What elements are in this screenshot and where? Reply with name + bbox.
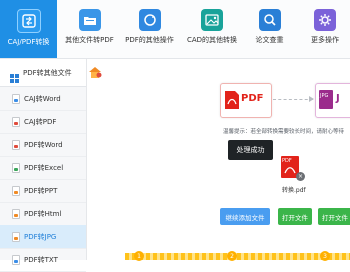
- grid-icon: [10, 68, 19, 83]
- pdf-format-card: PDF: [220, 83, 272, 118]
- tab-label: 其他文件转PDF: [65, 36, 114, 44]
- tab-caj-pdf-convert[interactable]: CAJ/PDF转换: [0, 0, 57, 58]
- sidebar-header-label: PDF转其他文件: [23, 68, 72, 77]
- jpg-badge: JPG: [320, 93, 329, 99]
- sidebar-item-caj-to-pdf[interactable]: CAJ转PDF: [0, 110, 86, 134]
- tab-label: CAD的其他转换: [186, 36, 238, 44]
- sidebar-item-label: PDF转JPG: [24, 232, 57, 241]
- file-orange-icon: [12, 231, 20, 242]
- file-orange-icon: [12, 208, 20, 219]
- remove-file-icon[interactable]: ×: [296, 172, 305, 181]
- open-file-button[interactable]: 打开文件: [278, 208, 312, 225]
- tab-label: 更多操作: [311, 36, 339, 44]
- tab-pdf-other-ops[interactable]: PDF的其他操作: [122, 0, 177, 58]
- pdf-icon: [225, 91, 239, 109]
- sidebar-item-label: PDF转Excel: [24, 163, 64, 172]
- top-toolbar: CAJ/PDF转换 其他文件转PDF PDF的其他操作 CAD的其他转换 论文查…: [0, 0, 350, 59]
- sidebar-item-label: CAJ转PDF: [24, 117, 57, 126]
- sidebar-item-pdf-to-excel[interactable]: PDF转Excel: [0, 156, 86, 180]
- file-item[interactable]: PDF × 转换.pdf: [277, 156, 311, 196]
- jpg-format-label: J: [336, 93, 340, 104]
- file-orange-icon: [12, 185, 20, 196]
- sidebar-item-label: CAJ转Word: [24, 94, 61, 103]
- open-folder-button[interactable]: 打开文件: [318, 208, 350, 225]
- convert-icon: [16, 9, 41, 33]
- toast-text: 处理成功: [236, 146, 265, 154]
- step-strip: [125, 253, 350, 260]
- add-more-files-button[interactable]: 继续添加文件: [220, 208, 270, 225]
- tab-label: PDF的其他操作: [125, 36, 174, 44]
- jpg-format-card: JPG J: [315, 83, 350, 118]
- sidebar-item-pdf-to-jpg[interactable]: PDF转JPG: [0, 225, 86, 249]
- folder-icon: [78, 9, 101, 31]
- file-name: 转换.pdf: [282, 187, 306, 194]
- file-red-icon: [12, 116, 20, 127]
- sidebar-item-pdf-to-word[interactable]: PDF转Word: [0, 133, 86, 157]
- tab-more-ops[interactable]: 更多操作: [300, 0, 350, 58]
- sidebar-item-pdf-to-txt[interactable]: PDF转TXT: [0, 248, 86, 272]
- arrow-head-icon: [309, 96, 314, 102]
- search-icon: [258, 9, 281, 31]
- tab-paper-check[interactable]: 论文查重: [247, 0, 292, 58]
- jpg-icon: JPG: [319, 90, 333, 109]
- tip-text: 温馨提示：若全部转换需要较长时间，请耐心等待: [223, 129, 345, 135]
- file-green-icon: [12, 162, 20, 173]
- step-number: 1: [137, 252, 141, 260]
- step-number: 3: [323, 252, 327, 260]
- step-number: 2: [230, 252, 234, 260]
- tab-label: 论文查重: [255, 36, 284, 44]
- tab-other-to-pdf[interactable]: 其他文件转PDF: [62, 0, 117, 58]
- sidebar-item-label: PDF转PPT: [24, 186, 58, 195]
- home-icon[interactable]: [88, 63, 102, 78]
- image-icon: [201, 9, 223, 31]
- file-blue-icon: [12, 93, 20, 104]
- sidebar-item-pdf-to-html[interactable]: PDF转Html: [0, 202, 86, 226]
- sidebar-item-pdf-to-ppt[interactable]: PDF转PPT: [0, 179, 86, 203]
- refresh-icon: [138, 9, 161, 31]
- file-red-icon: [12, 139, 20, 150]
- sidebar-header[interactable]: PDF转其他文件: [0, 59, 86, 87]
- arrow-connector: [273, 99, 313, 100]
- sidebar-item-label: PDF转Html: [24, 209, 62, 218]
- tab-cad-convert[interactable]: CAD的其他转换: [182, 0, 242, 58]
- sidebar-item-label: PDF转Word: [24, 140, 63, 149]
- sidebar-item-caj-to-word[interactable]: CAJ转Word: [0, 87, 86, 111]
- gear-icon: [314, 9, 336, 31]
- tab-label: CAJ/PDF转换: [7, 38, 50, 46]
- main-panel: PDF JPG J 温馨提示：若全部转换需要较长时间，请耐心等待 处理成功 PD…: [87, 59, 350, 261]
- pdf-format-label: PDF: [241, 93, 264, 104]
- sidebar: PDF转其他文件 CAJ转Word CAJ转PDF PDF转Word PDF转E…: [0, 59, 87, 272]
- success-toast: 处理成功: [228, 140, 273, 160]
